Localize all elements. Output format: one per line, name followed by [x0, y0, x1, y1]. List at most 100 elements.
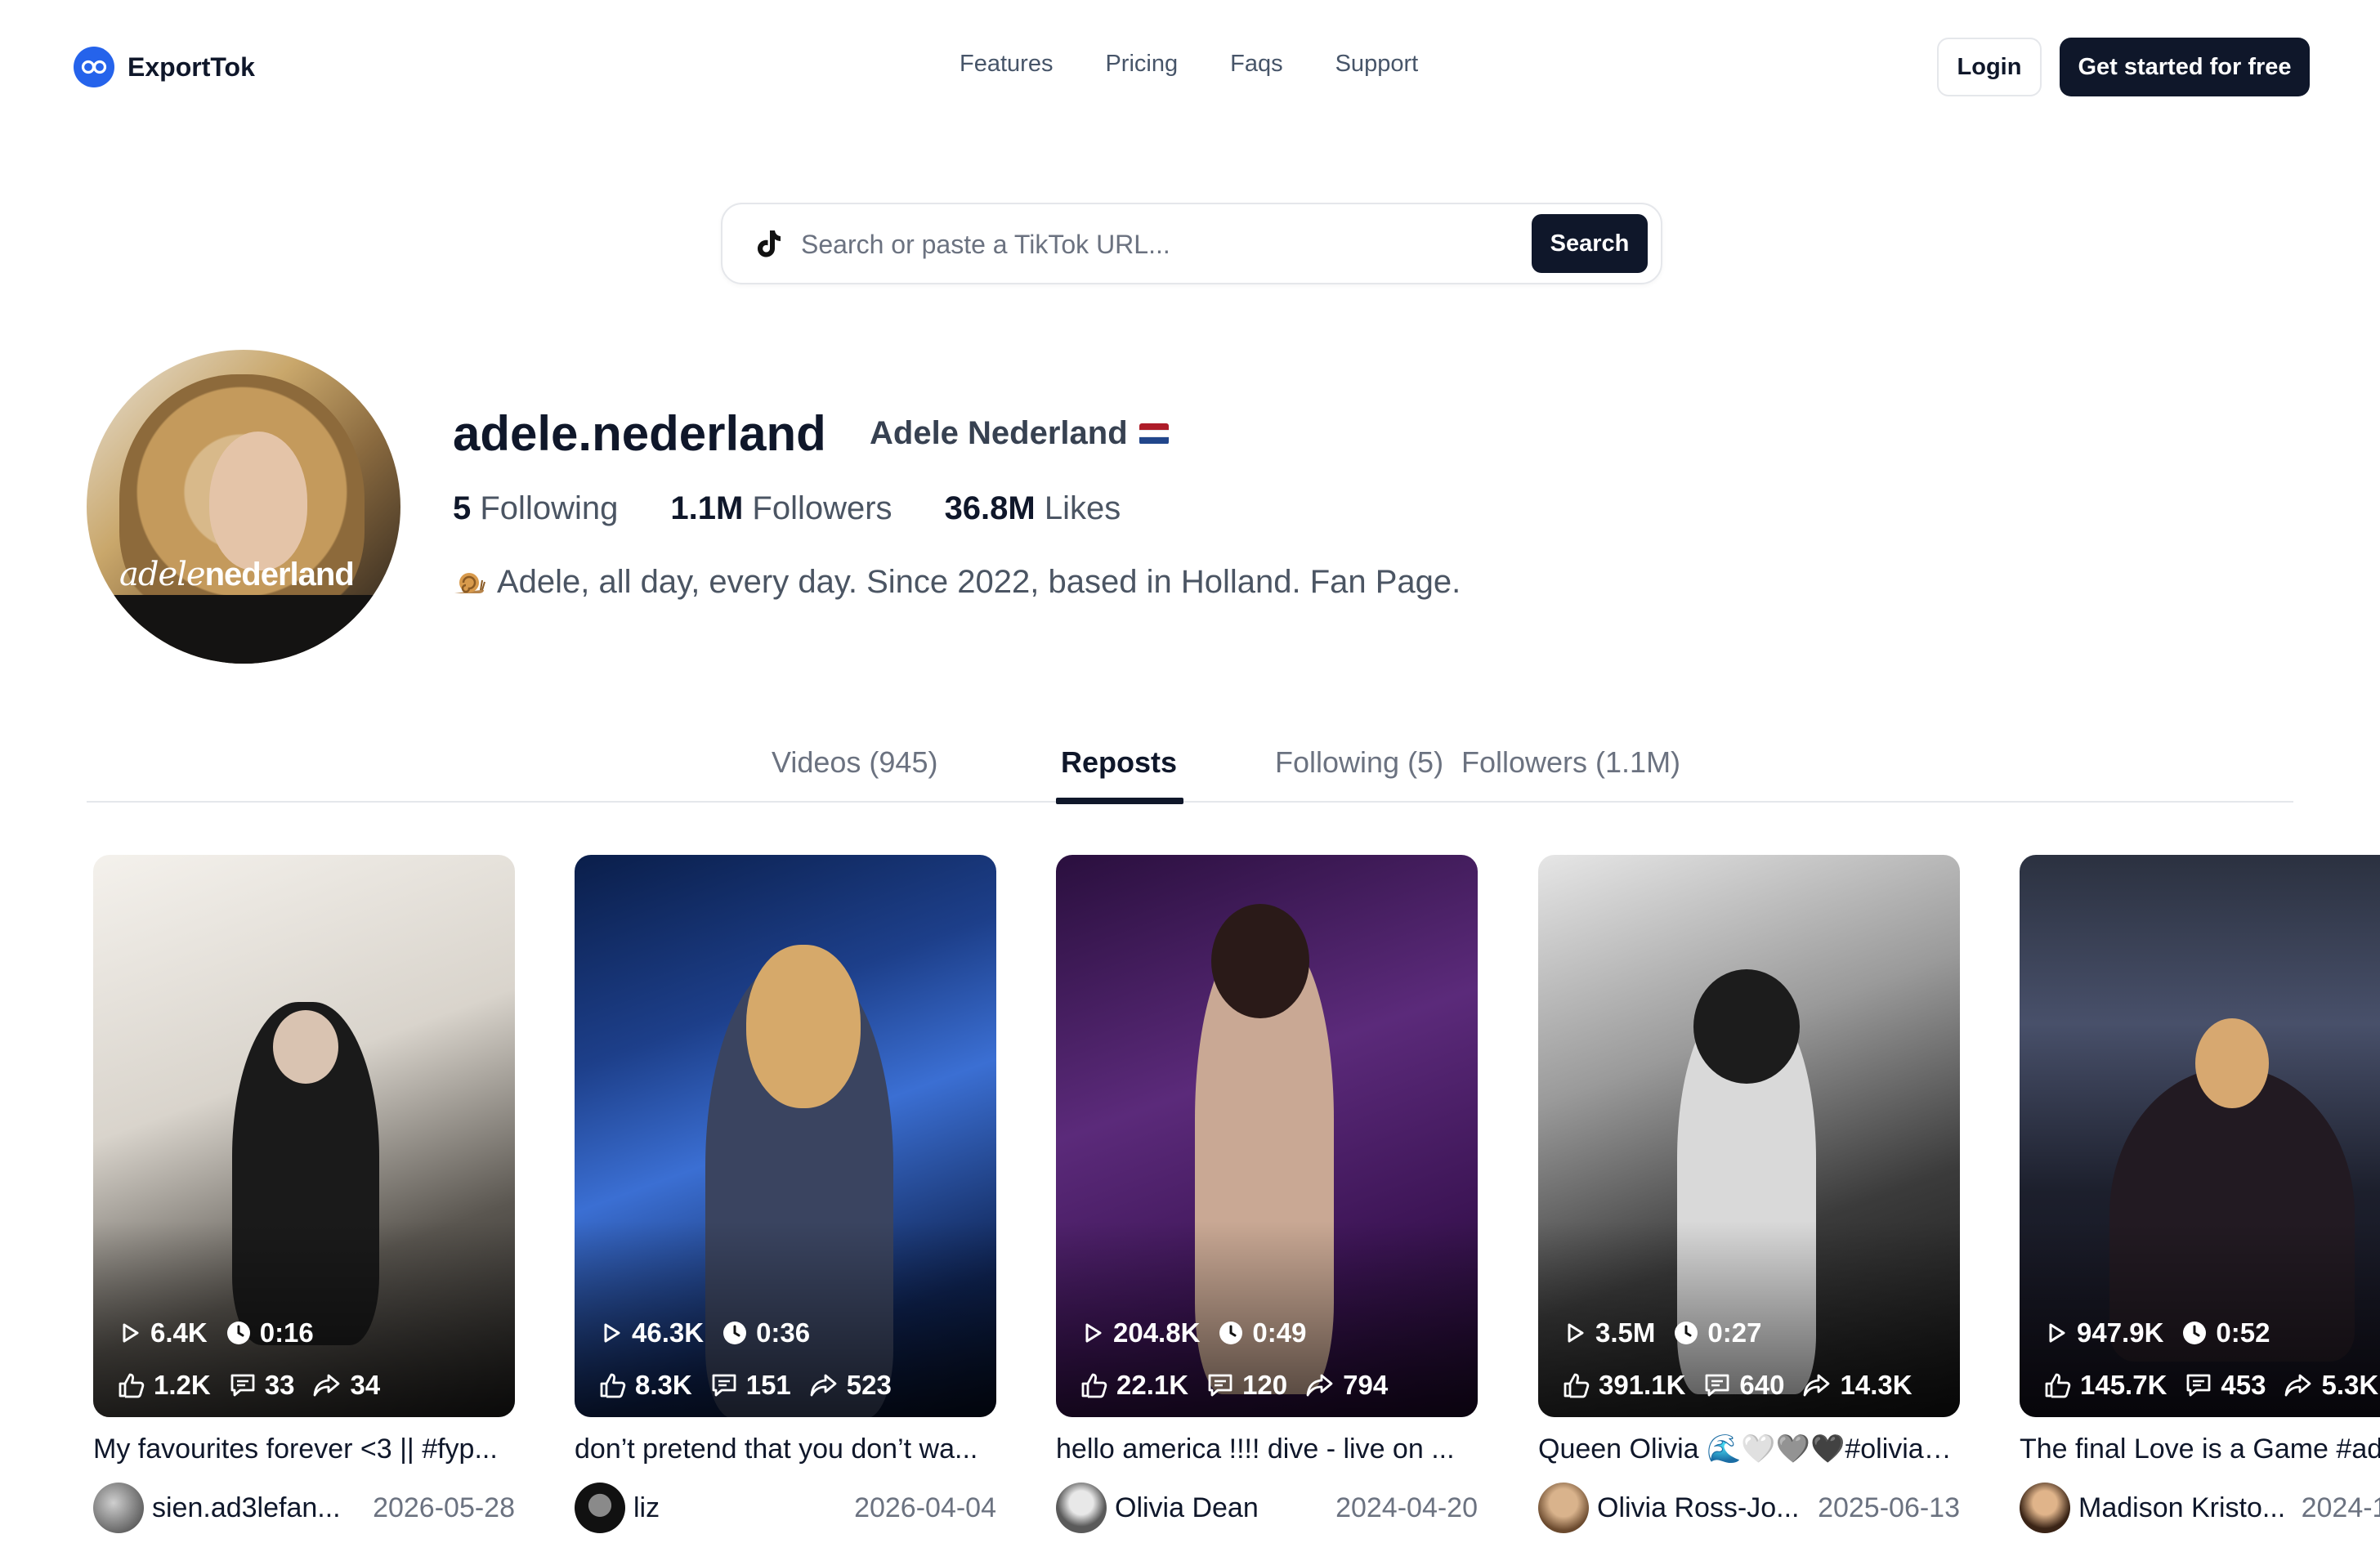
following-stat: 5 Following	[453, 490, 619, 526]
play-icon	[123, 1323, 139, 1343]
video-duration: 0:49	[1218, 1317, 1306, 1348]
profile-stats: 5 Following 1.1M Followers 36.8M Likes	[453, 490, 1121, 527]
nav-faqs-link[interactable]: Faqs	[1230, 51, 1282, 78]
comment-icon	[712, 1374, 736, 1397]
comment-icon	[1208, 1374, 1232, 1397]
likes-stat: 36.8M Likes	[944, 490, 1121, 526]
followers-stat: 1.1M Followers	[670, 490, 892, 526]
like-count: 1.2K	[118, 1370, 211, 1401]
video-thumbnail[interactable]: 947.9K 0:52 145.7K 453 5.3K	[2020, 855, 2380, 1417]
video-caption[interactable]: don’t pretend that you don’t wa...	[575, 1429, 996, 1469]
video-meta: Olivia Dean 2024-04-20	[1056, 1483, 1478, 1533]
video-thumbnail[interactable]: 3.5M 0:27 391.1K 640 14.3K	[1538, 855, 1960, 1417]
author-avatar	[575, 1483, 625, 1533]
author-name: Olivia Dean	[1115, 1492, 1259, 1523]
video-duration: 0:27	[1673, 1317, 1761, 1348]
video-author[interactable]: Olivia Ross-Jo...	[1538, 1483, 1800, 1533]
login-button[interactable]: Login	[1937, 38, 2042, 96]
video-date: 2026-04-04	[854, 1492, 996, 1523]
get-started-button[interactable]: Get started for free	[2060, 38, 2310, 96]
share-count: 14.3K	[1802, 1370, 1912, 1401]
author-avatar	[2020, 1483, 2070, 1533]
video-duration: 0:52	[2181, 1317, 2270, 1348]
clock-icon	[723, 1322, 747, 1344]
share-count: 5.3K	[2284, 1370, 2378, 1401]
profile-display-name: Adele Nederland	[870, 415, 1169, 452]
video-author[interactable]: Madison Kristo...	[2020, 1483, 2285, 1533]
share-icon	[810, 1374, 837, 1397]
video-caption[interactable]: My favourites forever <3 || #fyp...	[93, 1429, 515, 1469]
video-author[interactable]: liz	[575, 1483, 660, 1533]
author-name: sien.ad3lefan...	[152, 1492, 341, 1523]
video-caption[interactable]: hello america !!!! dive - live on ...	[1056, 1429, 1478, 1469]
video-meta: Madison Kristo... 2024-11-24	[2020, 1483, 2380, 1533]
profile-avatar: adelenederland	[87, 350, 400, 664]
play-count: 46.3K	[599, 1317, 704, 1348]
tab-videos[interactable]: Videos (945)	[772, 745, 937, 801]
main-nav: Features Pricing Faqs Support	[960, 51, 1418, 78]
share-count: 523	[809, 1370, 892, 1401]
video-meta: Olivia Ross-Jo... 2025-06-13	[1538, 1483, 1960, 1533]
share-icon	[2285, 1374, 2311, 1397]
comment-count: 120	[1206, 1370, 1287, 1401]
like-count: 22.1K	[1080, 1370, 1188, 1401]
video-card[interactable]: 204.8K 0:49 22.1K 120 794 hello america …	[1056, 855, 1478, 1533]
search-input[interactable]	[801, 224, 1422, 265]
profile-username: adele.nederland	[453, 406, 826, 461]
video-thumbnail[interactable]: 46.3K 0:36 8.3K 151 523	[575, 855, 996, 1417]
thumbs-up-icon	[2045, 1373, 2071, 1398]
brand[interactable]: ExportTok	[74, 47, 255, 87]
play-icon	[604, 1323, 620, 1343]
like-count: 391.1K	[1563, 1370, 1685, 1401]
play-icon	[1085, 1323, 1102, 1343]
comment-icon	[230, 1374, 255, 1397]
clock-icon	[2183, 1322, 2207, 1344]
profile-bio: Adele, all day, every day. Since 2022, b…	[453, 564, 1461, 601]
video-author[interactable]: Olivia Dean	[1056, 1483, 1259, 1533]
video-duration: 0:16	[226, 1317, 314, 1348]
nav-features-link[interactable]: Features	[960, 51, 1053, 78]
video-author[interactable]: sien.ad3lefan...	[93, 1483, 341, 1533]
tab-following[interactable]: Following (5)	[1275, 745, 1443, 801]
nav-support-link[interactable]: Support	[1335, 51, 1419, 78]
share-icon	[1804, 1374, 1830, 1397]
author-name: Olivia Ross-Jo...	[1597, 1492, 1800, 1523]
play-icon	[2049, 1323, 2065, 1343]
video-card[interactable]: 46.3K 0:36 8.3K 151 523 don’t pretend th…	[575, 855, 996, 1533]
author-avatar	[1056, 1483, 1107, 1533]
play-count: 3.5M	[1563, 1317, 1655, 1348]
thumbs-up-icon	[600, 1373, 626, 1398]
video-card[interactable]: 6.4K 0:16 1.2K 33 34 My favourites forev…	[93, 855, 515, 1533]
comment-icon	[2187, 1374, 2211, 1397]
video-meta: liz 2026-04-04	[575, 1483, 996, 1533]
video-thumbnail[interactable]: 6.4K 0:16 1.2K 33 34	[93, 855, 515, 1417]
exporttok-logo-icon	[74, 47, 114, 87]
video-duration: 0:36	[722, 1317, 810, 1348]
search-button[interactable]: Search	[1532, 214, 1648, 273]
video-date: 2025-06-13	[1818, 1492, 1960, 1523]
tab-reposts[interactable]: Reposts	[1055, 745, 1184, 804]
play-icon	[1568, 1323, 1584, 1343]
share-count: 794	[1305, 1370, 1388, 1401]
avatar-watermark: adelenederland	[119, 556, 355, 593]
comment-count: 453	[2185, 1370, 2266, 1401]
video-caption[interactable]: The final Love is a Game #adele...	[2020, 1429, 2380, 1469]
clock-icon	[1675, 1322, 1698, 1344]
video-caption[interactable]: Queen Olivia 🌊🤍🩶🖤#oliviadea...	[1538, 1429, 1960, 1469]
bio-text: Adele, all day, every day. Since 2022, b…	[497, 564, 1461, 600]
thumbs-up-icon	[119, 1373, 145, 1398]
video-date: 2024-04-20	[1335, 1492, 1478, 1523]
comment-icon	[1706, 1374, 1729, 1397]
nav-pricing-link[interactable]: Pricing	[1105, 51, 1178, 78]
tiktok-icon	[758, 230, 781, 257]
video-card[interactable]: 3.5M 0:27 391.1K 640 14.3K Queen Olivia …	[1538, 855, 1960, 1533]
video-thumbnail[interactable]: 204.8K 0:49 22.1K 120 794	[1056, 855, 1478, 1417]
tab-followers[interactable]: Followers (1.1M)	[1461, 745, 1680, 801]
video-card[interactable]: 947.9K 0:52 145.7K 453 5.3K The final Lo…	[2020, 855, 2380, 1533]
clock-icon	[1219, 1322, 1243, 1344]
comment-count: 151	[710, 1370, 791, 1401]
share-icon	[1306, 1374, 1333, 1397]
play-count: 204.8K	[1080, 1317, 1200, 1348]
display-name-text: Adele Nederland	[870, 415, 1128, 451]
search-bar: Search	[721, 203, 1662, 284]
